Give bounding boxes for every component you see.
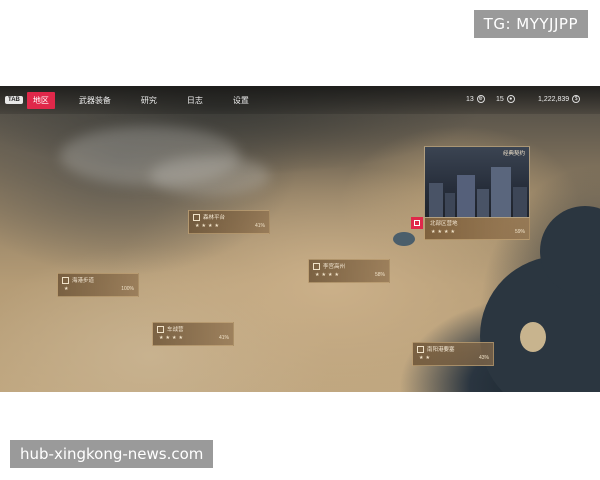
region-percent: 41% — [218, 335, 229, 341]
region-percent: 58% — [374, 272, 385, 278]
region-percent: 43% — [478, 355, 489, 361]
region-stars: ★★★★ — [315, 272, 341, 278]
region-node[interactable]: 李宫高州 ★★★★ 58% — [308, 259, 390, 283]
region-percent: 59% — [514, 229, 525, 235]
tab-key-hint: TAB — [5, 96, 23, 104]
region-marker-icon — [62, 277, 69, 284]
lake — [393, 232, 415, 246]
region-marker-icon — [417, 346, 424, 353]
resource-gear: 13 ⚙ — [466, 95, 485, 103]
tab-region[interactable]: 地区 — [26, 91, 55, 109]
resource-coin-value: 15 — [496, 95, 504, 103]
resource-money: 1,222,839 $ — [538, 95, 581, 103]
preview-building — [445, 193, 455, 217]
region-name: 车战营 — [167, 327, 184, 333]
resource-money-value: 1,222,839 — [538, 95, 570, 103]
preview-title: 经典契约 — [502, 151, 525, 157]
region-node[interactable]: 车战营 ★★★★ 41% — [152, 322, 234, 346]
tab-weapons[interactable]: 武器装备 — [73, 92, 117, 109]
region-stars: ★★ — [419, 355, 432, 361]
preview-building — [477, 189, 489, 217]
tab-log[interactable]: 日志 — [181, 92, 209, 109]
resource-gear-value: 13 — [466, 95, 474, 103]
game-map[interactable]: TAB 地区 武器装备 研究 日志 设置 13 ⚙ 15 ● 1,222,839… — [0, 86, 600, 392]
money-icon: $ — [572, 95, 581, 103]
region-name: 李宫高州 — [323, 264, 346, 270]
region-preview-panel[interactable]: 经典契约 — [424, 146, 530, 218]
region-percent: 100% — [121, 286, 134, 292]
island — [520, 322, 546, 352]
resource-coin: 15 ● — [496, 95, 515, 103]
region-node[interactable]: 海港步道 ★ 100% — [57, 273, 139, 297]
mountain-range — [150, 156, 270, 196]
top-nav-bar: TAB 地区 武器装备 研究 日志 设置 13 ⚙ 15 ● 1,222,839… — [0, 86, 600, 114]
region-name: 森林平台 — [203, 215, 226, 221]
region-node[interactable]: 南阳港要塞 ★★ 43% — [412, 342, 494, 366]
gear-icon: ⚙ — [476, 95, 485, 103]
selected-marker-icon — [411, 217, 423, 229]
region-stars: ★ — [64, 286, 71, 292]
region-marker-icon — [313, 263, 320, 270]
region-name: 海港步道 — [72, 278, 95, 284]
region-name: 北部区营地 — [430, 221, 458, 227]
region-stars: ★★★★ — [159, 335, 185, 341]
preview-building — [491, 167, 511, 217]
region-marker-icon — [157, 326, 164, 333]
preview-building — [429, 183, 443, 217]
region-marker-icon — [193, 214, 200, 221]
watermark-bottom: hub-xingkong-news.com — [10, 440, 214, 468]
region-stars: ★★★★ — [431, 229, 457, 235]
preview-building — [457, 175, 475, 217]
preview-building — [513, 187, 527, 217]
tab-settings[interactable]: 设置 — [227, 92, 255, 109]
coin-icon: ● — [506, 95, 515, 103]
region-name: 南阳港要塞 — [427, 347, 455, 353]
region-percent: 41% — [254, 223, 265, 229]
region-stars: ★★★★ — [195, 223, 221, 229]
watermark-top: TG: MYYJJPP — [473, 10, 588, 38]
region-node[interactable]: 森林平台 ★★★★ 41% — [188, 210, 270, 234]
tab-research[interactable]: 研究 — [135, 92, 163, 109]
region-node-selected[interactable]: 北部区营地 ★★★★ 59% — [411, 216, 530, 240]
